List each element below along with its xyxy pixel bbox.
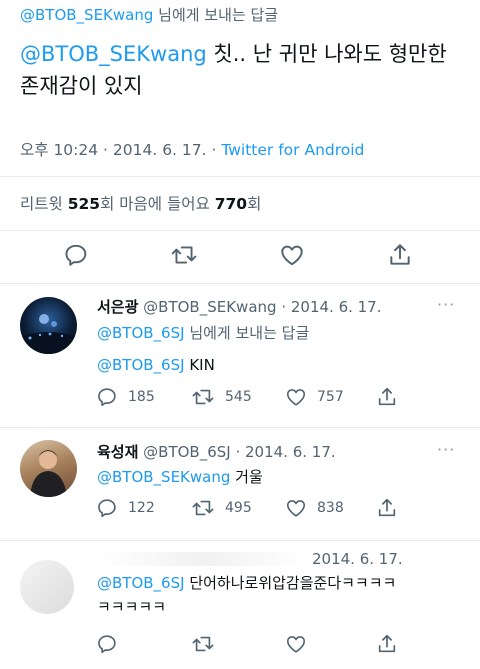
share-upload-icon: [378, 634, 396, 653]
tweet-stats: 리트윗 525회 마음에 들어요 770회: [20, 192, 261, 214]
reply-action-bar: 185 545 757: [0, 386, 480, 416]
divider: [0, 427, 480, 428]
replying-to-suffix: 님에게 보내는 답글: [184, 324, 310, 342]
like-button[interactable]: [279, 242, 305, 268]
share-button[interactable]: [376, 497, 398, 519]
speech-bubble-icon: [65, 244, 87, 266]
like-button[interactable]: 757: [285, 386, 344, 408]
tweet-meta: 오후 10:24 · 2014. 6. 17. · Twitter for An…: [20, 138, 364, 160]
like-button[interactable]: [285, 633, 307, 655]
tweet-time[interactable]: 오후 10:24 · 2014. 6. 17. ·: [20, 141, 221, 159]
obscured-header: [98, 552, 308, 566]
handle-date: @BTOB_6SJ · 2014. 6. 17.: [138, 443, 336, 461]
heart-icon: [286, 636, 306, 653]
reply-button[interactable]: 185: [96, 386, 155, 408]
more-dots-icon[interactable]: ···: [437, 295, 455, 314]
reply-text: @BTOB_6SJ 단어하나로위압감을준다ㅋㅋㅋㅋ: [97, 572, 396, 593]
heart-icon: [281, 245, 303, 266]
retweet-arrows-icon: [192, 389, 214, 405]
share-upload-icon: [390, 244, 410, 265]
tweet-text: 단어하나로위압감을준다ㅋㅋㅋㅋ: [184, 574, 397, 592]
speech-bubble-icon: [98, 388, 116, 407]
retweet-label: 리트윗: [20, 195, 68, 213]
tweet-text: 거울: [230, 468, 263, 486]
reply-button[interactable]: [63, 242, 89, 268]
retweet-button[interactable]: [170, 242, 198, 268]
retweet-arrows-icon: [192, 636, 214, 652]
tweet-mention[interactable]: @BTOB_6SJ: [97, 574, 185, 592]
share-button[interactable]: [387, 242, 413, 268]
share-button[interactable]: [376, 386, 398, 408]
like-count: 770: [214, 195, 248, 213]
display-name[interactable]: 육성재: [97, 443, 138, 461]
reply-header: 서은광 @BTOB_SEKwang · 2014. 6. 17.: [97, 296, 382, 317]
retweet-unit: 회: [100, 195, 115, 213]
retweet-count: 525: [67, 195, 101, 213]
like-stat[interactable]: 마음에 들어요 770회: [119, 195, 261, 213]
display-name[interactable]: 서은광: [97, 298, 138, 316]
person-photo-icon: [30, 450, 67, 497]
tweet-body: @BTOB_SEKwang 칫.. 난 귀만 나와도 형만한 존재감이 있지: [20, 38, 460, 102]
reply-button[interactable]: [96, 633, 118, 655]
divider: [0, 283, 480, 284]
heart-icon: [286, 500, 306, 517]
like-count: 757: [317, 389, 344, 405]
speech-bubble-icon: [98, 499, 116, 518]
retweet-count: 495: [225, 500, 252, 516]
replying-to-line: @BTOB_6SJ 님에게 보내는 답글: [97, 322, 309, 343]
tweet-source[interactable]: Twitter for Android: [221, 141, 364, 159]
reply-count: 122: [128, 500, 155, 516]
divider: [0, 540, 480, 541]
replying-to-handle[interactable]: @BTOB_6SJ: [97, 324, 185, 342]
heart-icon: [286, 389, 306, 406]
more-dots-icon[interactable]: ···: [437, 440, 455, 459]
avatar[interactable]: [20, 440, 77, 497]
reply-action-bar: 122 495 838: [0, 497, 480, 527]
tweet-text: KIN: [184, 356, 215, 374]
reply-header: 육성재 @BTOB_6SJ · 2014. 6. 17.: [97, 441, 336, 462]
tweet-mention[interactable]: @BTOB_SEKwang: [20, 42, 207, 66]
retweet-arrows-icon: [192, 500, 214, 516]
divider: [0, 230, 480, 231]
reply-action-bar: [0, 633, 480, 663]
like-button[interactable]: 838: [285, 497, 344, 519]
concert-photo-icon: [20, 314, 77, 354]
reply-text-continued: ㅋㅋㅋㅋㅋ: [97, 598, 167, 616]
replying-to-handle[interactable]: @BTOB_SEKwang: [20, 6, 153, 24]
retweet-button[interactable]: 545: [191, 386, 252, 408]
tweet-mention[interactable]: @BTOB_SEKwang: [97, 468, 230, 486]
main-action-bar: [0, 242, 480, 272]
replying-to-line: @BTOB_SEKwang 님에게 보내는 답글: [20, 4, 278, 25]
reply-text: @BTOB_6SJ KIN: [97, 356, 215, 374]
replying-to-suffix: 님에게 보내는 답글: [153, 6, 279, 24]
like-unit: 회: [247, 195, 262, 213]
tweet-mention[interactable]: @BTOB_6SJ: [97, 356, 185, 374]
reply-date: 2014. 6. 17.: [312, 550, 403, 568]
share-button[interactable]: [376, 633, 398, 655]
avatar[interactable]: [20, 297, 77, 354]
reply-button[interactable]: 122: [96, 497, 155, 519]
like-label: 마음에 들어요: [119, 195, 215, 213]
share-upload-icon: [378, 387, 396, 406]
like-count: 838: [317, 500, 344, 516]
reply-text: @BTOB_SEKwang 거울: [97, 466, 263, 487]
retweet-button[interactable]: 495: [191, 497, 252, 519]
speech-bubble-icon: [98, 635, 116, 654]
retweet-arrows-icon: [171, 246, 197, 264]
share-upload-icon: [378, 498, 396, 517]
reply-count: 185: [128, 389, 155, 405]
avatar[interactable]: [20, 560, 74, 614]
handle-date: @BTOB_SEKwang · 2014. 6. 17.: [138, 298, 382, 316]
divider: [0, 176, 480, 177]
retweet-count: 545: [225, 389, 252, 405]
retweet-stat[interactable]: 리트윗 525회: [20, 195, 114, 213]
retweet-button[interactable]: [191, 633, 215, 655]
